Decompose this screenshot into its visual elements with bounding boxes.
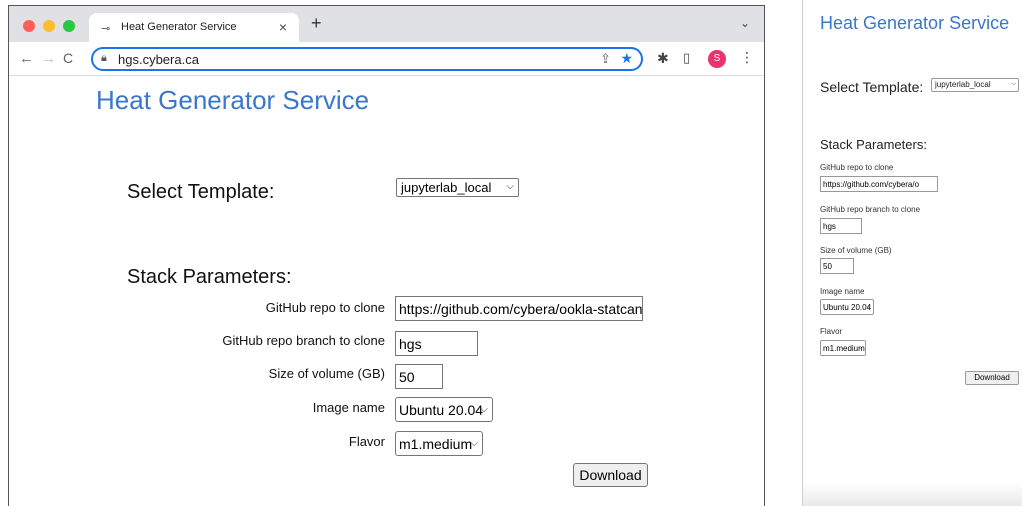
chevron-down-icon: ⌵ (866, 304, 871, 310)
side-panel-icon[interactable]: ▯ (683, 50, 690, 66)
back-icon[interactable]: ← (19, 50, 34, 67)
flavor-select[interactable]: m1.medium ⌵ (395, 431, 483, 456)
volume-label: Size of volume (GB) (268, 366, 385, 381)
narrow-flavor-label: Flavor (820, 327, 843, 336)
star-icon[interactable]: ★ (620, 50, 633, 67)
volume-input[interactable]: 50 (395, 364, 443, 389)
close-window-button[interactable] (23, 20, 35, 32)
select-template-label: Select Template: (127, 181, 275, 203)
new-tab-button[interactable]: + (311, 13, 322, 34)
tab-close-button[interactable]: × (279, 19, 287, 35)
narrow-image-select-value: Ubuntu 20.04 (823, 303, 872, 312)
image-select[interactable]: Ubuntu 20.04 ⌵ (395, 397, 493, 422)
chevron-down-icon: ⌵ (1011, 81, 1016, 87)
tab-strip: ⊸ Heat Generator Service × + ⌄ (9, 6, 764, 43)
download-button[interactable]: Download (573, 463, 648, 487)
narrow-flavor-select[interactable]: m1.medium ⌵ (820, 340, 866, 356)
narrow-select-template-label: Select Template: (820, 79, 924, 95)
image-select-value: Ubuntu 20.04 (399, 402, 484, 418)
share-icon[interactable]: ⇪ (600, 51, 611, 67)
narrow-download-button[interactable]: Download (965, 371, 1019, 385)
narrow-page-view: Heat Generator Service Select Template: … (802, 0, 1022, 506)
reload-icon[interactable]: C (63, 50, 73, 66)
branch-label: GitHub repo branch to clone (222, 333, 385, 348)
chevron-down-icon: ⌵ (470, 438, 478, 449)
narrow-image-label: Image name (820, 287, 865, 296)
forward-icon[interactable]: → (41, 50, 56, 67)
narrow-branch-label: GitHub repo branch to clone (820, 205, 921, 214)
page-title: Heat Generator Service (96, 85, 370, 115)
narrow-repo-label: GitHub repo to clone (820, 163, 894, 172)
repo-input[interactable]: https://github.com/cybera/ookla-statcan-… (395, 296, 643, 321)
chevron-down-icon[interactable]: ⌄ (740, 16, 750, 30)
chevron-down-icon: ⌵ (480, 404, 488, 415)
address-bar[interactable]: 🔒︎ hgs.cybera.ca ⇪ ★ (91, 47, 643, 71)
repo-label: GitHub repo to clone (265, 300, 385, 315)
narrow-repo-input[interactable]: https://github.com/cybera/o (820, 176, 938, 192)
template-select-value: jupyterlab_local (401, 180, 492, 195)
narrow-branch-input[interactable]: hgs (820, 218, 862, 234)
avatar[interactable]: S (708, 50, 726, 68)
bottom-shade (803, 482, 1022, 506)
lock-icon[interactable]: 🔒︎ (101, 52, 107, 65)
flavor-label: Flavor (348, 434, 385, 449)
narrow-volume-label: Size of volume (GB) (820, 246, 892, 255)
template-select[interactable]: jupyterlab_local ⌵ (396, 178, 519, 197)
tab-title: Heat Generator Service (121, 21, 237, 33)
minimize-window-button[interactable] (43, 20, 55, 32)
image-label: Image name (312, 400, 385, 415)
more-menu-icon[interactable]: ⋮ (740, 49, 754, 66)
narrow-volume-input[interactable]: 50 (820, 258, 854, 274)
flavor-select-value: m1.medium (399, 436, 473, 452)
browser-toolbar: ← → C 🔒︎ hgs.cybera.ca ⇪ ★ ✱ ▯ S ⋮ (9, 42, 764, 76)
stack-parameters-heading: Stack Parameters: (127, 266, 292, 288)
narrow-template-select[interactable]: jupyterlab_local ⌵ (931, 78, 1019, 92)
maximize-window-button[interactable] (63, 20, 75, 32)
narrow-page-title: Heat Generator Service (820, 13, 1010, 33)
chevron-down-icon: ⌵ (506, 181, 514, 192)
branch-input[interactable]: hgs (395, 331, 478, 356)
tab-heat-generator-service[interactable]: ⊸ Heat Generator Service × (89, 13, 299, 43)
url-text[interactable]: hgs.cybera.ca (118, 52, 199, 67)
favicon-icon: ⊸ (101, 23, 111, 35)
extensions-icon[interactable]: ✱ (657, 50, 669, 67)
narrow-image-select[interactable]: Ubuntu 20.04 ⌵ (820, 299, 874, 315)
browser-window: ⊸ Heat Generator Service × + ⌄ ← → C 🔒︎ … (8, 5, 765, 506)
narrow-template-select-value: jupyterlab_local (935, 80, 991, 89)
narrow-stack-parameters-heading: Stack Parameters: (820, 137, 927, 152)
page-viewport: Heat Generator Service Select Template: … (9, 77, 764, 506)
chevron-down-icon: ⌵ (858, 345, 863, 351)
